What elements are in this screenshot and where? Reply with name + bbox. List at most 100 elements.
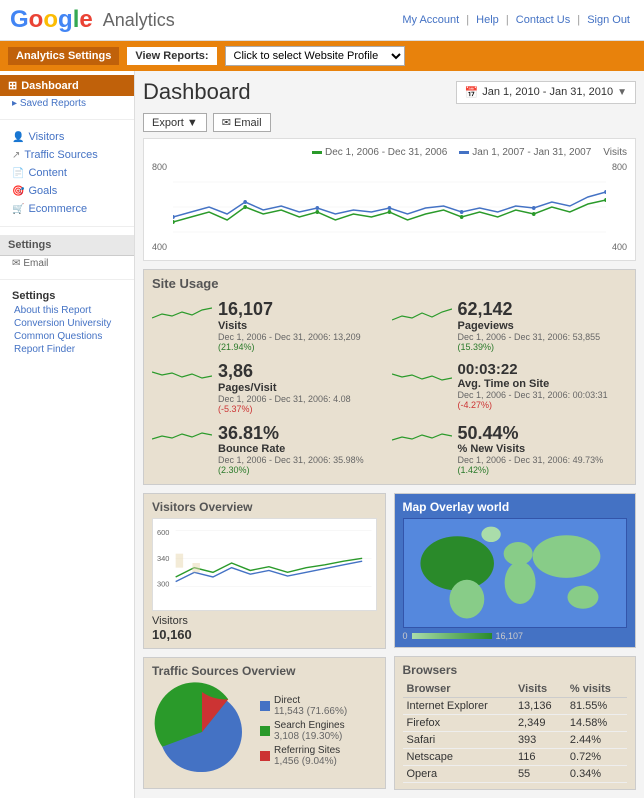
browsers-title: Browsers — [403, 663, 628, 677]
world-map — [403, 518, 628, 628]
my-account-link[interactable]: My Account — [402, 14, 459, 26]
header: Google Analytics My Account | Help | Con… — [0, 0, 644, 41]
email-button[interactable]: ✉ Email — [213, 113, 271, 132]
visitors-chart: 600 340 300 — [152, 518, 377, 611]
analytics-settings-button[interactable]: Analytics Settings — [8, 47, 119, 65]
sidebar-item-ecommerce[interactable]: 🛒 Ecommerce — [0, 200, 134, 218]
person-icon: 👤 — [12, 132, 24, 143]
sidebar-divider-3 — [0, 279, 134, 280]
sidebar-item-visitors[interactable]: 👤 Visitors — [0, 128, 134, 146]
main-line-chart — [173, 162, 606, 252]
settings-sub-label: Settings — [0, 288, 134, 304]
metrics-grid: 16,107 Visits Dec 1, 2006 - Dec 31, 2006… — [152, 297, 627, 478]
avg-time-sparkline — [392, 362, 452, 387]
calendar-icon: 📅 — [465, 86, 479, 99]
topbar: Analytics Settings View Reports: Click t… — [0, 41, 644, 71]
traffic-sources-panel: Traffic Sources Overview — [143, 657, 386, 789]
metric-bounce-rate: 36.81% Bounce Rate Dec 1, 2006 - Dec 31,… — [152, 421, 388, 479]
sidebar-item-traffic-sources[interactable]: ↗ Traffic Sources — [0, 146, 134, 164]
export-button[interactable]: Export ▼ — [143, 113, 207, 132]
sidebar-about-report[interactable]: About this Report — [0, 304, 134, 317]
legend-direct: Direct 11,543 (71.66%) — [260, 695, 347, 717]
referring-color — [260, 751, 270, 761]
view-reports-button[interactable]: View Reports: — [127, 47, 216, 65]
sidebar-common-questions[interactable]: Common Questions — [0, 330, 134, 343]
pct-value: 0.34% — [566, 766, 627, 783]
page-icon: 📄 — [12, 168, 24, 179]
table-row[interactable]: Opera550.34% — [403, 766, 628, 783]
metric-avg-time: 00:03:22 Avg. Time on Site Dec 1, 2006 -… — [392, 359, 628, 417]
left-panels: Visitors Overview 600 340 300 — [143, 493, 386, 790]
site-usage-panel: Site Usage 16,107 Visits Dec 1, 2006 - D… — [143, 269, 636, 485]
header-navigation: My Account | Help | Contact Us | Sign Ou… — [398, 14, 634, 26]
sidebar-settings-section: Settings ✉ Email — [0, 231, 134, 275]
traffic-content: Direct 11,543 (71.66%) Search Engines 3,… — [152, 682, 377, 782]
sidebar-divider-2 — [0, 226, 134, 227]
visitors-overview-panel: Visitors Overview 600 340 300 — [143, 493, 386, 649]
sign-out-link[interactable]: Sign Out — [587, 14, 630, 26]
google-logo: Google — [10, 6, 93, 34]
pie-chart-svg — [152, 682, 252, 782]
chart-legend: Dec 1, 2006 - Dec 31, 2006 Jan 1, 2007 -… — [152, 147, 627, 158]
map-svg — [404, 519, 627, 627]
traffic-legend: Direct 11,543 (71.66%) Search Engines 3,… — [260, 695, 347, 770]
page-title: Dashboard — [143, 79, 251, 105]
sidebar-report-finder[interactable]: Report Finder — [0, 343, 134, 356]
table-row[interactable]: Safari3932.44% — [403, 732, 628, 749]
sidebar: ⊞ Dashboard ▸ Saved Reports 👤 Visitors ↗… — [0, 71, 135, 798]
visits-col-header: Visits — [514, 681, 566, 698]
legend-search-engines: Search Engines 3,108 (19.30%) — [260, 720, 347, 742]
browsers-header-row: Browser Visits % visits — [403, 681, 628, 698]
visits-value: 2,349 — [514, 715, 566, 732]
analytics-logo-text: Analytics — [103, 10, 175, 31]
sidebar-saved-reports[interactable]: ▸ Saved Reports — [0, 96, 134, 111]
sidebar-conversion-university[interactable]: Conversion University — [0, 317, 134, 330]
map-overlay-panel: Map Overlay world — [394, 493, 637, 648]
chart-area: 800 400 — [152, 162, 627, 252]
table-row[interactable]: Internet Explorer13,13681.55% — [403, 698, 628, 715]
sidebar-item-content[interactable]: 📄 Content — [0, 164, 134, 182]
new-visits-sparkline — [392, 424, 452, 449]
visits-value: 55 — [514, 766, 566, 783]
pct-col-header: % visits — [566, 681, 627, 698]
sidebar-item-goals[interactable]: 🎯 Goals — [0, 182, 134, 200]
arrow-icon: ↗ — [12, 150, 20, 161]
bounce-rate-sparkline — [152, 424, 212, 449]
chart-y-axis: 800 400 — [152, 162, 169, 252]
right-panels: Map Overlay world — [394, 493, 637, 790]
date-range-selector[interactable]: 📅 Jan 1, 2010 - Jan 31, 2010 ▼ — [456, 81, 637, 104]
target-icon: 🎯 — [12, 186, 24, 197]
visitors-line-chart: 600 340 300 — [157, 523, 372, 603]
metric-new-visits: 50.44% % New Visits Dec 1, 2006 - Dec 31… — [392, 421, 628, 479]
metric-pageviews: 62,142 Pageviews Dec 1, 2006 - Dec 31, 2… — [392, 297, 628, 355]
visits-sparkline — [152, 300, 212, 325]
sidebar-nav-section: 👤 Visitors ↗ Traffic Sources 📄 Content 🎯… — [0, 124, 134, 222]
site-usage-title: Site Usage — [152, 276, 627, 291]
legend-referring-sites: Referring Sites 1,456 (9.04%) — [260, 745, 347, 767]
direct-color — [260, 701, 270, 711]
visitors-overview-title: Visitors Overview — [152, 500, 377, 514]
dashboard-header: Dashboard 📅 Jan 1, 2010 - Jan 31, 2010 ▼ — [143, 79, 636, 105]
svg-text:300: 300 — [157, 580, 169, 589]
visits-value: 13,136 — [514, 698, 566, 715]
website-profile-select[interactable]: Click to select Website Profile — [225, 46, 405, 66]
sidebar-help-section: Settings About this Report Conversion Un… — [0, 284, 134, 360]
table-row[interactable]: Netscape1160.72% — [403, 749, 628, 766]
pie-chart — [152, 682, 252, 782]
grid-icon: ⊞ — [8, 79, 17, 92]
svg-text:600: 600 — [157, 528, 169, 537]
visits-value: 116 — [514, 749, 566, 766]
visitors-count-label: Visitors — [152, 615, 377, 627]
table-row[interactable]: Firefox2,34914.58% — [403, 715, 628, 732]
pct-value: 2.44% — [566, 732, 627, 749]
help-link[interactable]: Help — [476, 14, 499, 26]
browser-col-header: Browser — [403, 681, 514, 698]
sidebar-dashboard-header: ⊞ Dashboard — [0, 75, 134, 96]
browsers-panel: Browsers Browser Visits % visits Interne… — [394, 656, 637, 790]
settings-email[interactable]: ✉ Email — [0, 256, 134, 271]
map-gradient — [412, 633, 492, 639]
svg-text:340: 340 — [157, 555, 169, 564]
traffic-sources-title: Traffic Sources Overview — [152, 664, 377, 678]
email-icon: ✉ — [12, 258, 20, 269]
contact-us-link[interactable]: Contact Us — [516, 14, 570, 26]
